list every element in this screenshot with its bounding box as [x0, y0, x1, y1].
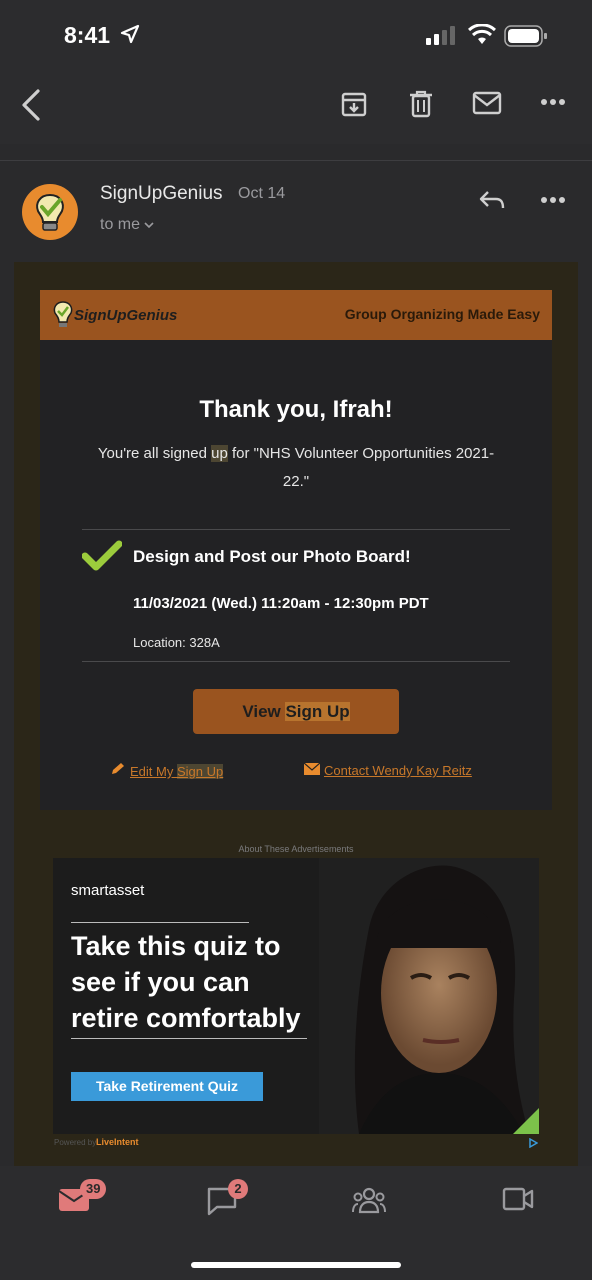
recipient-details[interactable]: to me [100, 216, 155, 234]
trash-icon[interactable] [408, 90, 434, 118]
mail-badge: 39 [80, 1179, 107, 1199]
battery-icon [504, 25, 547, 47]
ad-headline: Take this quiz to see if you can retire … [71, 931, 301, 1033]
cellular-signal-icon [426, 26, 455, 45]
sender-name: SignUpGenius [100, 183, 223, 204]
email-banner: SignUpGenius Group Organizing Made Easy [40, 290, 552, 340]
edit-prefix: Edit My [130, 764, 177, 779]
signed-suffix: for "NHS Volunteer Opportunities 2021-22… [227, 445, 495, 490]
divider [82, 661, 510, 662]
home-indicator[interactable] [191, 1262, 401, 1268]
lightbulb-check-icon [36, 193, 64, 231]
view-sign-up-button[interactable]: View Sign Up [193, 689, 399, 734]
wifi-icon [468, 24, 496, 44]
message-date: Oct 14 [238, 185, 286, 202]
slot-location: Location: 328A [133, 635, 220, 650]
powered-by-text: Powered by [54, 1138, 97, 1147]
signed-prefix: You're all signed [97, 445, 212, 462]
top-toolbar [0, 70, 592, 144]
signupgenius-logo-icon [53, 301, 73, 327]
ad-label[interactable]: About These Advertisements [52, 844, 540, 854]
slot-time: 11/03/2021 (Wed.) 11:20am - 12:30pm PDT [133, 595, 429, 612]
tab-meet-icon[interactable] [502, 1186, 534, 1212]
status-bar: 8:41 [0, 0, 592, 70]
adchoices-icon[interactable] [528, 1138, 538, 1148]
divider [0, 160, 592, 161]
checkmark-icon [82, 540, 122, 571]
status-time: 8:41 [64, 22, 111, 48]
back-arrow-icon[interactable] [18, 88, 44, 122]
banner-logo-text: SignUpGenius [74, 307, 178, 324]
envelope-icon [304, 763, 320, 775]
brand-part-a: smart [71, 882, 109, 899]
slot-title: Design and Post our Photo Board! [133, 547, 411, 566]
mark-unread-icon[interactable] [472, 90, 502, 116]
portrait-image [319, 858, 539, 1134]
advertisement[interactable]: smartasset Take this quiz to see if you … [53, 858, 539, 1134]
divider [82, 529, 510, 530]
contact-organizer-link[interactable]: Contact Wendy Kay Reitz [304, 763, 472, 778]
archive-icon[interactable] [340, 90, 368, 118]
more-options-icon[interactable] [540, 98, 566, 106]
pencil-icon [112, 763, 124, 774]
tab-spaces-icon[interactable] [352, 1186, 386, 1214]
brand-part-b: asset [108, 882, 145, 899]
avatar[interactable] [22, 184, 78, 240]
chat-badge: 2 [228, 1179, 248, 1199]
recipient-label: to me [100, 216, 141, 233]
reply-icon[interactable] [478, 188, 506, 212]
view-button-prefix: View [242, 702, 286, 721]
take-quiz-button[interactable]: Take Retirement Quiz [71, 1072, 263, 1101]
message-more-icon[interactable] [540, 196, 566, 204]
edit-highlight: Sign Up [176, 764, 224, 779]
divider [71, 922, 249, 923]
chevron-down-icon [144, 222, 155, 229]
ad-corner-triangle [513, 1108, 539, 1134]
edit-my-sign-up-link[interactable]: Edit My Sign Up [110, 762, 224, 779]
view-button-highlight: Sign Up [285, 702, 350, 721]
liveintent-logo: LiveIntent [96, 1137, 139, 1147]
banner-tagline: Group Organizing Made Easy [344, 306, 540, 322]
signed-up-text: You're all signed up for "NHS Volunteer … [86, 440, 506, 496]
signed-highlight: up [211, 445, 228, 462]
divider [71, 1038, 307, 1039]
location-arrow-icon [120, 24, 140, 44]
contact-text: Contact Wendy Kay Reitz [324, 763, 472, 778]
thank-you-heading: Thank you, Ifrah! [199, 396, 393, 423]
smartasset-logo: smartasset [71, 882, 144, 899]
